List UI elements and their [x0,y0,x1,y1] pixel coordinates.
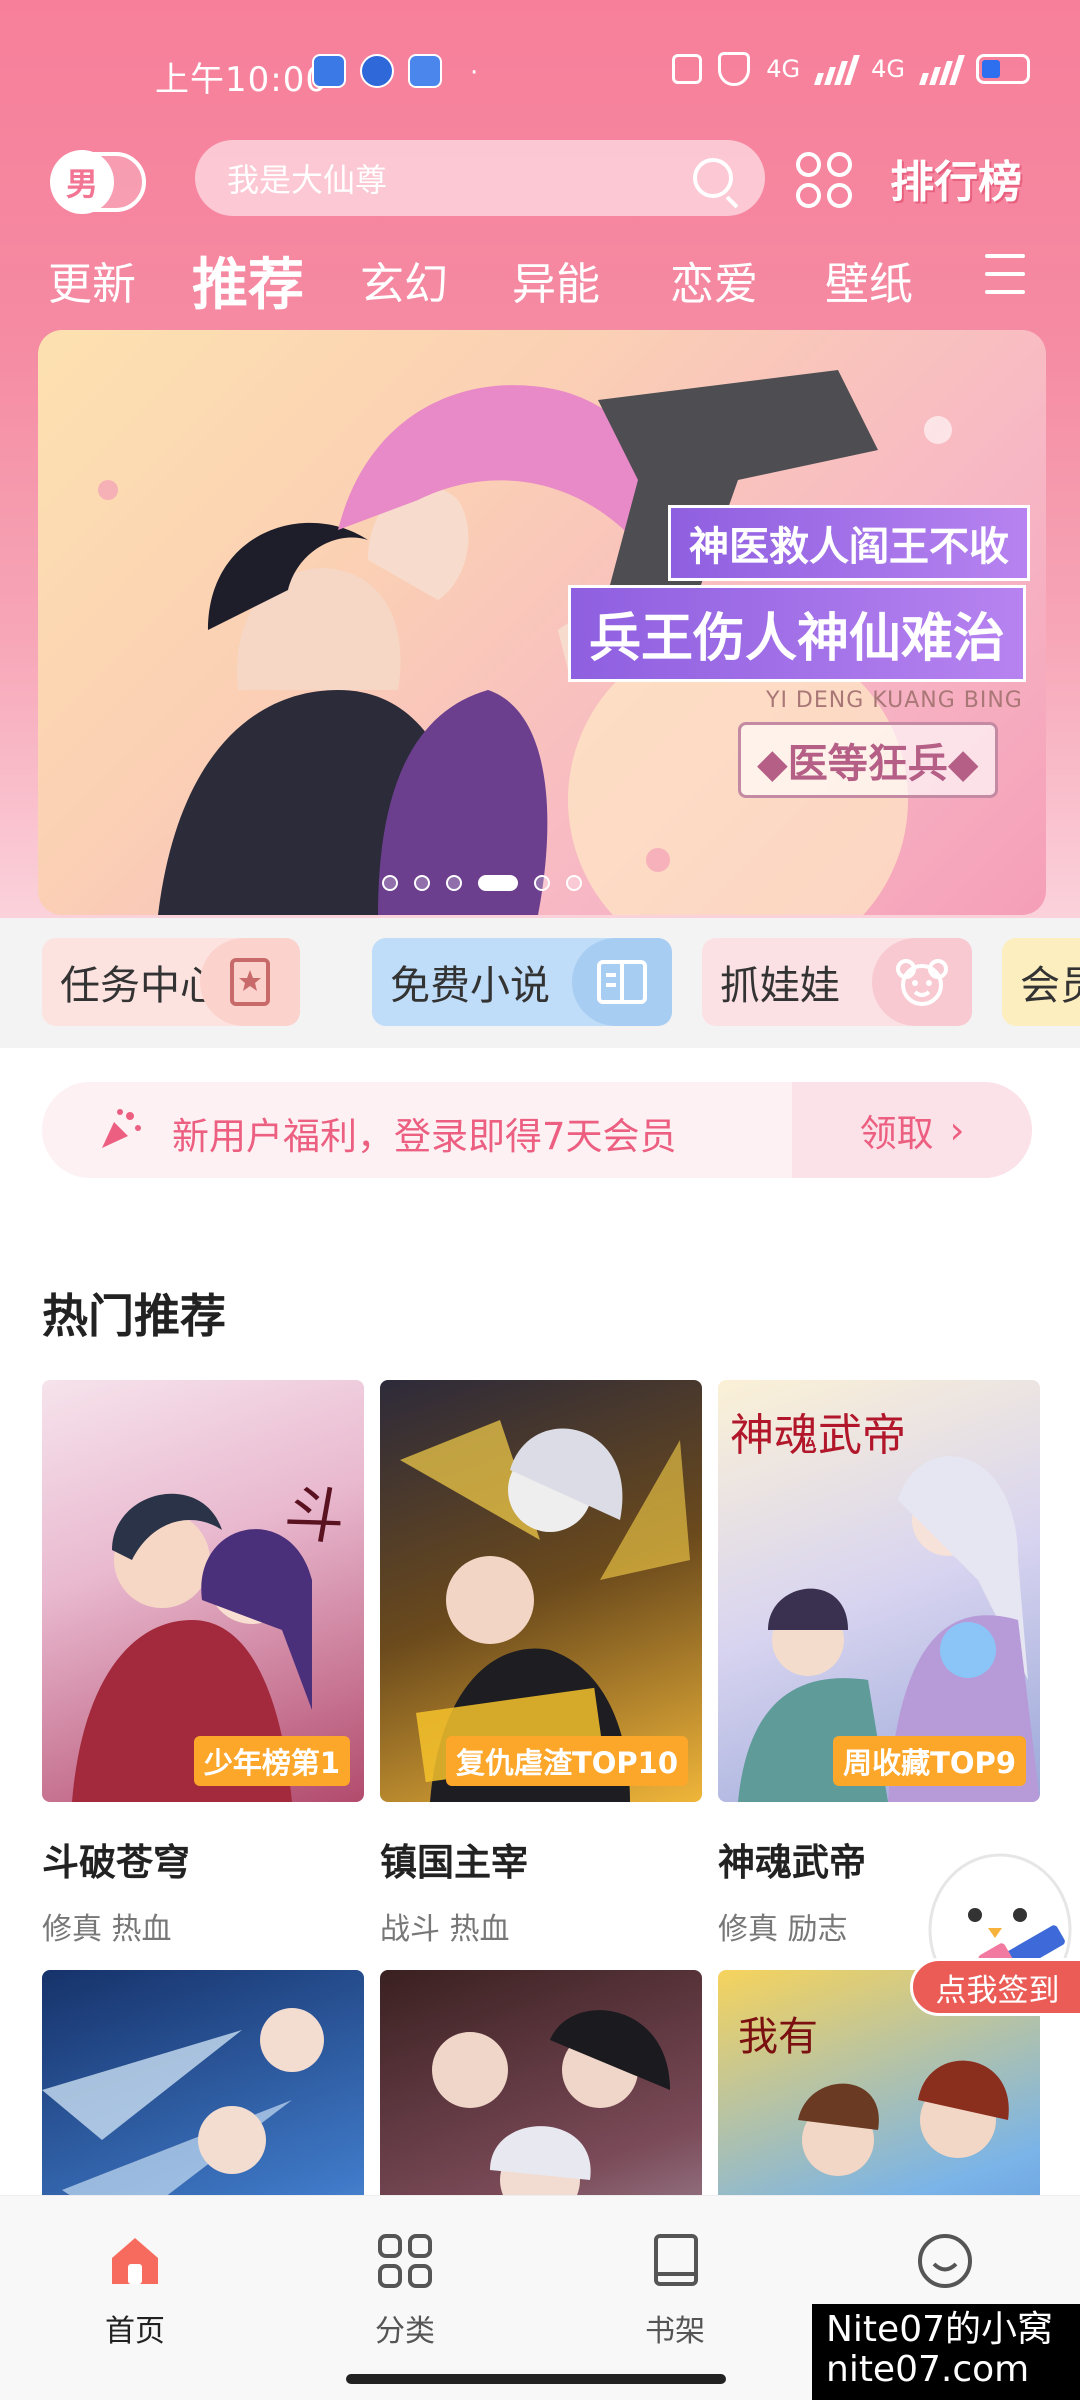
shortcut-free-novels[interactable]: 免费小说 [372,938,672,1026]
status-more-dot: · [470,58,479,88]
banner-pinyin: YI DENG KUANG BING [766,688,1023,713]
carousel-dot[interactable] [566,875,582,891]
search-placeholder: 我是大仙尊 [227,161,388,199]
vpn-shield-icon [718,52,751,86]
comic-title: 镇国主宰 [380,1841,528,1884]
promo-text: 新用户福利，登录即得7天会员 [172,1115,677,1158]
home-icon [112,2238,158,2284]
browser-notification-icon [360,54,394,88]
gesture-home-bar[interactable] [346,2374,726,2384]
rank-badge: 周收藏TOP9 [833,1736,1026,1786]
carousel-dot[interactable] [534,875,550,891]
tab-wallpaper[interactable]: 壁纸 [825,248,913,312]
section-title: 热门推荐 [42,1289,226,1343]
svg-text:神魂武帝: 神魂武帝 [730,1410,906,1461]
comic-tags: 修真 热血 [42,1912,172,1947]
shortcut-label: 会员 [1020,963,1080,1009]
comic-cover: 复仇虐渣TOP10 [380,1380,702,1802]
svg-text:斗: 斗 [279,1476,350,1555]
banner-brand: ◆医等狂兵◆ [738,722,998,798]
watermark-line-2: nite07.com [826,2349,1030,2390]
shortcut-label: 任务中心 [60,963,220,1009]
channel-menu-icon[interactable] [985,254,1025,294]
banner-tagline-2: 兵王伤人神仙难治 [568,585,1027,682]
rank-badge: 少年榜第1 [193,1736,350,1786]
network-type: 4G [766,55,801,83]
checkin-button[interactable]: 点我签到 [910,1958,1080,2016]
network-type-2: 4G [871,55,905,83]
app-grid-icon[interactable] [796,152,852,208]
star-bookmark-icon [200,938,300,1026]
shortcut-claw-machine[interactable]: 抓娃娃 [702,938,972,1026]
shortcut-label: 免费小说 [390,963,550,1009]
gender-label: 男 [50,150,114,214]
gender-toggle[interactable]: 男 [50,150,146,214]
tab-superpower[interactable]: 异能 [512,248,600,312]
carousel-indicator [38,875,1046,891]
search-icon[interactable] [693,158,733,198]
status-bar: 上午10:00 · 4G 4G [0,0,1080,140]
new-user-promo[interactable]: 新用户福利，登录即得7天会员 领取 › [42,1082,1032,1178]
svg-text:我有: 我有 [738,2014,818,2060]
tab-update[interactable]: 更新 [48,248,136,312]
comic-cover: 斗 少年榜第1 [42,1380,364,1802]
system-status: 4G 4G [672,52,1030,86]
shortcut-strip: 任务中心 免费小说 抓娃娃 会员 [0,918,1080,1048]
nav-label: 书架 [645,2314,705,2349]
comic-tags: 战斗 热血 [380,1912,510,1947]
channel-tabs: 更新 推荐 玄幻 异能 恋爱 壁纸 [0,240,1080,320]
comic-card[interactable]: 斗 少年榜第1 斗破苍穹 修真 热血 [42,1380,364,1948]
status-time: 上午10:00 [155,60,328,100]
shortcut-vip[interactable]: 会员 [1002,938,1080,1026]
shortcut-task-center[interactable]: 任务中心 [42,938,300,1026]
ranking-button[interactable]: 排行榜 [890,146,1022,210]
app-notification-icon [312,54,346,88]
nav-home[interactable]: 首页 [65,2230,205,2350]
open-book-icon [572,938,672,1026]
tab-recommend[interactable]: 推荐 [192,240,304,321]
banner-carousel[interactable]: 神医救人阎王不收 兵王伤人神仙难治 YI DENG KUANG BING ◆医等… [38,330,1046,915]
tab-romance[interactable]: 恋爱 [670,248,758,312]
top-bar: 男 我是大仙尊 排行榜 [0,140,1080,250]
notification-icons [312,54,442,88]
comic-card[interactable]: 复仇虐渣TOP10 镇国主宰 战斗 热血 [380,1380,702,1948]
watermark-line-1: Nite07的小窝 [826,2309,1054,2350]
nav-bookshelf[interactable]: 书架 [605,2230,745,2350]
nav-label: 分类 [375,2314,435,2349]
bear-face-icon [872,938,972,1026]
comic-cover: 神魂武帝 周收藏TOP9 [718,1380,1040,1802]
signal-icon [814,53,860,85]
carousel-dot[interactable] [414,875,430,891]
signal-icon-2 [919,53,965,85]
bookshelf-icon [654,2234,698,2286]
comic-title: 斗破苍穹 [42,1841,190,1884]
rank-badge: 复仇虐渣TOP10 [445,1736,688,1786]
chevron-right-icon: › [949,1108,965,1152]
category-grid-icon [378,2234,432,2288]
shortcut-label: 抓娃娃 [720,963,840,1009]
carousel-dot[interactable] [382,875,398,891]
carousel-dot[interactable] [478,875,518,891]
profile-smile-icon [918,2234,972,2288]
claim-label: 领取 [859,1112,934,1155]
celebration-icon [102,1109,141,1148]
app-screen: 上午10:00 · 4G 4G 男 我是大仙尊 排行榜 更新 推荐 玄幻 异能 … [0,0,1080,2400]
tab-fantasy[interactable]: 玄幻 [360,248,448,312]
chat-notification-icon [408,54,442,88]
banner-tagline-1: 神医救人阎王不收 [668,505,1030,581]
battery-icon [976,54,1030,84]
vibrate-icon [672,54,703,84]
watermark: Nite07的小窝 nite07.com [812,2304,1080,2400]
search-bar[interactable]: 我是大仙尊 [195,140,765,216]
claim-button[interactable]: 领取 › [792,1082,1032,1178]
carousel-dot[interactable] [446,875,462,891]
nav-category[interactable]: 分类 [335,2230,475,2350]
nav-label: 首页 [105,2314,165,2349]
